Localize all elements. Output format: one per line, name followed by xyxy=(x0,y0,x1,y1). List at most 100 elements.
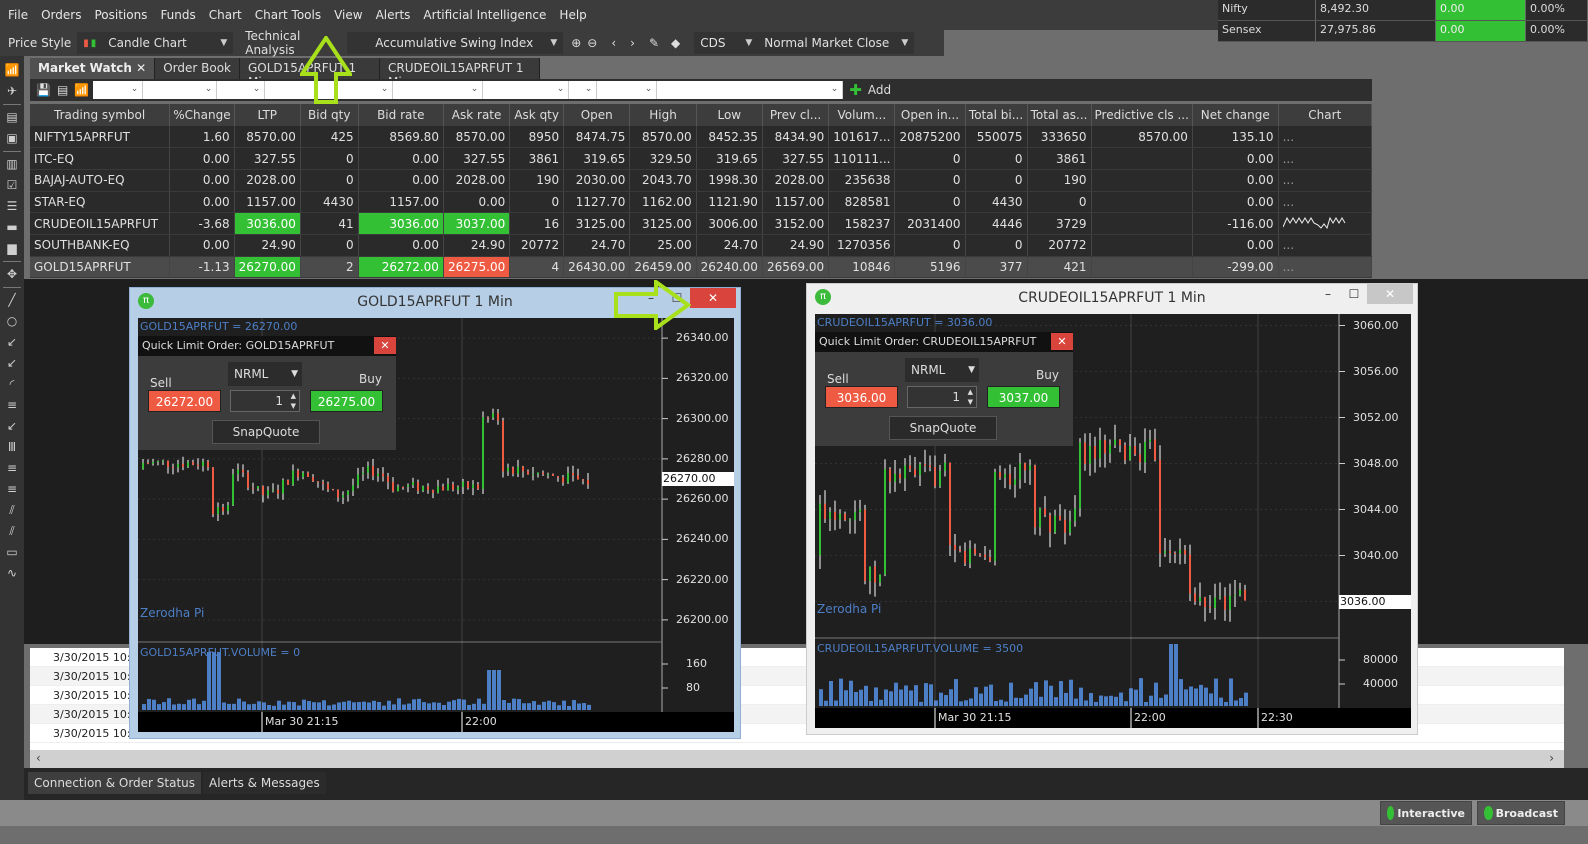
menu-funds[interactable]: Funds xyxy=(160,8,195,22)
menu-chart-tools[interactable]: Chart Tools xyxy=(255,8,321,22)
column-header[interactable]: Total bi... xyxy=(965,104,1028,126)
exchange-select[interactable]: CDS ▼ xyxy=(694,32,759,54)
draw-icon[interactable]: ✎ xyxy=(649,36,659,50)
market-status-select[interactable]: Normal Market Close ▼ xyxy=(758,32,915,54)
menu-artificial-intelligence[interactable]: Artificial Intelligence xyxy=(423,8,546,22)
snapquote-button[interactable]: SnapQuote xyxy=(212,420,320,444)
quantity-stepper[interactable]: 1 ▲ ▼ xyxy=(907,386,977,408)
column-header[interactable]: Low xyxy=(696,104,763,126)
crosshair-icon[interactable]: ✥ xyxy=(3,264,21,285)
rocket-icon[interactable]: ✈ xyxy=(3,81,21,102)
menu-alerts[interactable]: Alerts xyxy=(376,8,411,22)
product-type-select[interactable]: NRML ▼ xyxy=(905,358,979,382)
tab-order-book[interactable]: Order Book xyxy=(155,58,240,79)
stepper-arrows-icon[interactable]: ▲ ▼ xyxy=(291,391,296,411)
close-button[interactable]: ✕ xyxy=(690,288,736,308)
menu-positions[interactable]: Positions xyxy=(94,8,147,22)
table-row[interactable]: NIFTY15APRFUT 1.60 8570.00 425 8569.80 8570.0… xyxy=(30,126,1373,149)
scroll-right-icon[interactable]: › xyxy=(1549,751,1554,765)
table-row[interactable]: BAJAJ-AUTO-EQ 0.00 2028.00 0 0.00 2028.00 190 2… xyxy=(30,169,1373,192)
scroll-left-icon[interactable]: ‹ xyxy=(611,36,616,50)
close-button[interactable]: ✕ xyxy=(1367,284,1413,304)
ellipse-tool-icon[interactable]: ○ xyxy=(3,311,21,332)
tab-connection-order-status[interactable]: Connection & Order Status xyxy=(28,772,202,794)
window-icon[interactable]: ▤ xyxy=(3,107,21,128)
close-icon[interactable]: ✕ xyxy=(374,337,396,354)
add-icon[interactable]: ✚ xyxy=(849,81,862,99)
scroll-right-icon[interactable]: › xyxy=(630,36,635,50)
window-icon[interactable]: ▤ xyxy=(57,83,68,97)
column-header[interactable]: High xyxy=(629,104,697,126)
column-header[interactable]: %Change xyxy=(169,104,235,126)
quick-order-header[interactable]: Quick Limit Order: CRUDEOIL15APRFUT ✕ xyxy=(815,332,1073,352)
indicator-select[interactable]: Accumulative Swing Index ▼ xyxy=(347,32,564,54)
sell-button[interactable]: 3036.00 xyxy=(825,386,898,408)
sell-button[interactable]: 26272.00 xyxy=(148,390,221,412)
arc-tool-icon[interactable]: ◜ xyxy=(3,374,21,395)
table-row[interactable]: GOLD15APRFUT -1.13 26270.00 2 26272.00 26275.… xyxy=(30,256,1373,279)
column-header[interactable]: Volum... xyxy=(828,104,896,126)
arrow-tool-icon[interactable]: ↙ xyxy=(3,332,21,353)
extension-icon[interactable]: ≡ xyxy=(3,479,21,500)
column-header[interactable]: Trading symbol xyxy=(30,104,171,126)
list-icon[interactable]: ☰ xyxy=(3,196,21,217)
horizontal-scrollbar[interactable]: ‹ › xyxy=(30,750,1564,768)
filter-expiry[interactable]: ⌄ xyxy=(393,81,484,99)
filter-series[interactable]: ⌄ xyxy=(597,81,658,99)
column-header[interactable]: Ask rate xyxy=(443,104,511,126)
window-titlebar[interactable]: π CRUDEOIL15APRFUT 1 Min – ☐ ✕ xyxy=(807,284,1417,312)
filter-search[interactable]: ⌄ xyxy=(657,81,844,99)
table-row[interactable]: SOUTHBANK-EQ 0.00 24.90 0 0.00 24.90 20772 24.7… xyxy=(30,234,1373,257)
zoom-in-icon[interactable]: ⊕ xyxy=(571,36,581,50)
product-type-select[interactable]: NRML ▼ xyxy=(228,362,302,386)
bar-chart-icon[interactable]: 📶 xyxy=(3,60,21,81)
column-header[interactable]: Open xyxy=(563,104,631,126)
quantity-stepper[interactable]: 1 ▲ ▼ xyxy=(230,390,300,412)
tab-alerts-messages[interactable]: Alerts & Messages xyxy=(203,772,326,794)
retracement-icon[interactable]: ≡ xyxy=(3,458,21,479)
line-tool-icon[interactable]: ╱ xyxy=(3,290,21,311)
snapquote-button[interactable]: SnapQuote xyxy=(889,416,997,440)
add-button[interactable]: Add xyxy=(868,83,891,97)
menu-view[interactable]: View xyxy=(334,8,362,22)
column-header[interactable]: Bid rate xyxy=(358,104,444,126)
column-header[interactable]: Predictive cls ... xyxy=(1091,104,1193,126)
briefcase-icon[interactable]: ▆ xyxy=(3,238,21,259)
close-icon[interactable]: ✕ xyxy=(1051,333,1073,350)
chart-area[interactable]: 26340.00 26320.00 26300.00 26280.00 26260.00… xyxy=(138,318,734,732)
filter-segment[interactable]: ⌄ xyxy=(143,81,218,99)
fibonacci-icon[interactable]: ≡ xyxy=(3,395,21,416)
filter-strike[interactable]: ⌄ xyxy=(569,81,598,99)
column-header[interactable]: Prev cl... xyxy=(762,104,830,126)
filter-option-type[interactable]: ⌄ xyxy=(483,81,570,99)
filter-exchange[interactable]: ⌄ xyxy=(93,81,144,99)
time-zones-icon[interactable]: Ⅲ xyxy=(3,437,21,458)
column-header[interactable]: Net change xyxy=(1192,104,1279,126)
ray-tool-icon[interactable]: ↙ xyxy=(3,353,21,374)
column-header[interactable]: LTP xyxy=(234,104,301,126)
save-icon[interactable]: 💾 xyxy=(36,83,51,97)
table-row[interactable]: ITC-EQ 0.00 327.55 0 0.00 327.55 3861 319.65 329… xyxy=(30,147,1373,170)
column-header[interactable]: Chart xyxy=(1278,104,1373,126)
freehand-tool-icon[interactable]: ∿ xyxy=(3,563,21,584)
parallel-channel-icon[interactable]: ⫽ xyxy=(3,521,21,542)
folder-icon[interactable]: ▬ xyxy=(3,217,21,238)
zoom-out-icon[interactable]: ⊖ xyxy=(587,36,597,50)
minimize-button[interactable]: – xyxy=(1315,284,1341,304)
filter-instrument[interactable]: ⌄ xyxy=(217,81,266,99)
menu-help[interactable]: Help xyxy=(559,8,586,22)
buy-button[interactable]: 3037.00 xyxy=(987,386,1060,408)
scroll-left-icon[interactable]: ‹ xyxy=(36,751,41,765)
maximize-button[interactable]: ☐ xyxy=(1341,284,1367,304)
column-header[interactable]: Ask qty xyxy=(509,104,565,126)
save-icon[interactable]: ▣ xyxy=(3,128,21,149)
book-icon[interactable]: ▥ xyxy=(3,154,21,175)
eraser-icon[interactable]: ◆ xyxy=(671,36,680,50)
column-header[interactable]: Open in... xyxy=(894,104,966,126)
menu-file[interactable]: File xyxy=(8,8,28,22)
column-header[interactable]: Bid qty xyxy=(300,104,359,126)
quick-order-header[interactable]: Quick Limit Order: GOLD15APRFUT ✕ xyxy=(138,336,396,356)
chart-area[interactable]: 3060.00 3056.00 3052.00 3048.00 3044.00 3040.… xyxy=(815,314,1411,728)
rectangle-tool-icon[interactable]: ▭ xyxy=(3,542,21,563)
checklist-icon[interactable]: ☑ xyxy=(3,175,21,196)
